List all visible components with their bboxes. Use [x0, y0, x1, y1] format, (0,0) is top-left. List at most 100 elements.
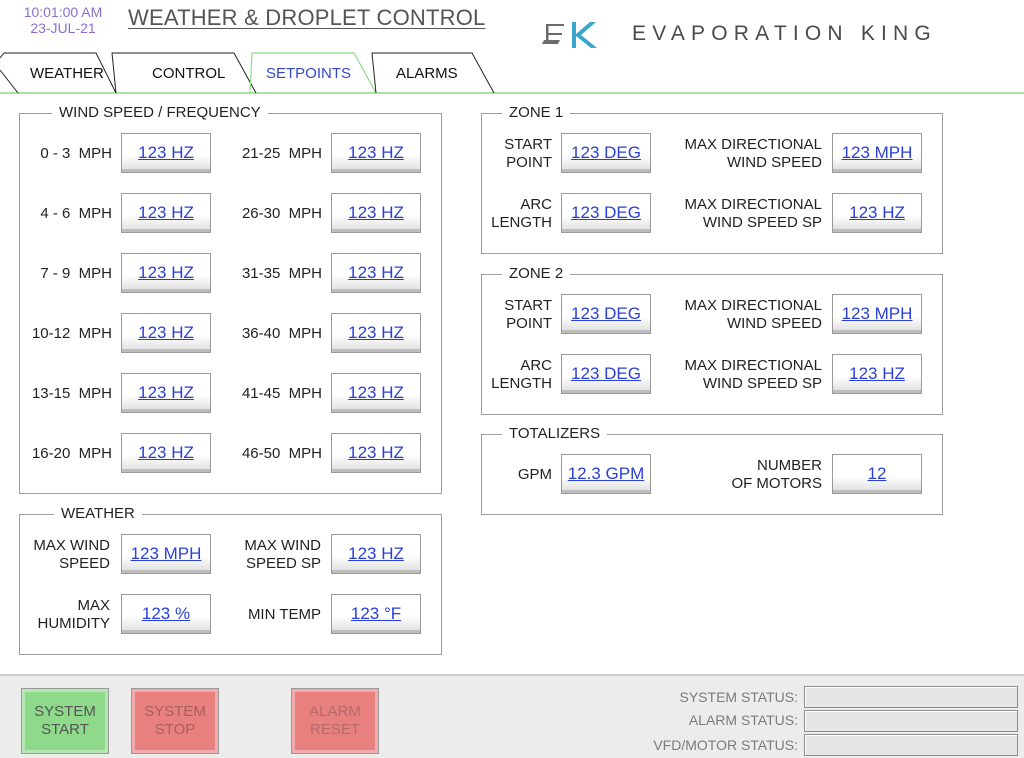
max-wind-speed-label: MAX WIND SPEED	[20, 537, 110, 573]
field-value: 123 HZ	[348, 443, 404, 462]
min-temp-field[interactable]: 123 °F	[331, 594, 421, 634]
wind-frequency-field[interactable]: 123 HZ	[121, 193, 211, 233]
wind-frequency-field[interactable]: 123 HZ	[331, 373, 421, 413]
field-value: 123 HZ	[348, 143, 404, 162]
max-humidity-field[interactable]: 123 %	[121, 594, 211, 634]
zone1-max-dir-speed-field[interactable]: 123 MPH	[832, 133, 922, 173]
zone1-max-dir-speed-label: MAX DIRECTIONAL WIND SPEED	[662, 136, 822, 172]
gpm-label: GPM	[517, 466, 552, 483]
hmi-screen: 10:01:00 AM 23-JUL-21 WEATHER & DROPLET …	[0, 0, 1024, 758]
label-line: LENGTH	[491, 375, 552, 392]
max-wind-speed-sp-label: MAX WIND SPEED SP	[220, 537, 321, 573]
label-line: START	[504, 136, 552, 153]
wind-frequency-field[interactable]: 123 HZ	[121, 253, 211, 293]
wind-frequency-field[interactable]: 123 HZ	[331, 253, 421, 293]
label-line: LENGTH	[491, 214, 552, 231]
wind-range-label: 4 - 6 MPH	[40, 205, 112, 222]
wind-range-label: 21-25 MPH	[241, 145, 322, 162]
gpm-field[interactable]: 12.3 GPM	[561, 454, 651, 494]
zone2-arc-length-field[interactable]: 123 DEG	[561, 354, 651, 394]
weather-title: WEATHER	[54, 505, 142, 523]
field-value: 123 DEG	[571, 203, 641, 222]
label-line: MAX WIND	[244, 537, 321, 554]
brand-name: EVAPORATION KING	[632, 22, 937, 45]
max-humidity-label: MAX HUMIDITY	[20, 597, 111, 633]
motors-label: NUMBER OF MOTORS	[662, 457, 822, 493]
ek-logo-icon	[542, 22, 597, 48]
field-value: 123 HZ	[138, 203, 194, 222]
button-line: START	[41, 721, 89, 738]
wind-frequency-field[interactable]: 123 HZ	[121, 433, 211, 473]
zone1-max-dir-speed-sp-field[interactable]: 123 HZ	[832, 193, 922, 233]
tab-alarms[interactable]: ALARMS	[396, 65, 458, 82]
field-value: 123 HZ	[138, 443, 194, 462]
wind-frequency-field[interactable]: 123 HZ	[331, 433, 421, 473]
wind-range-label: 7 - 9 MPH	[40, 265, 112, 282]
field-value: 123 HZ	[348, 203, 404, 222]
zone2-max-dir-speed-sp-field[interactable]: 123 HZ	[832, 354, 922, 394]
label-line: HUMIDITY	[37, 615, 111, 632]
button-line: SYSTEM	[144, 703, 206, 720]
max-wind-speed-field[interactable]: 123 MPH	[121, 534, 211, 574]
label-line: MAX DIRECTIONAL	[684, 297, 822, 314]
clock-date: 23-JUL-21	[30, 20, 96, 36]
alarm-status-display	[804, 710, 1018, 732]
zone2-max-dir-speed-label: MAX DIRECTIONAL WIND SPEED	[662, 297, 822, 333]
wind-frequency-field[interactable]: 123 HZ	[121, 313, 211, 353]
label-line: ARC	[520, 196, 552, 213]
system-stop-button[interactable]: SYSTEM STOP	[131, 688, 219, 754]
label-line: WIND SPEED	[726, 154, 822, 171]
field-value: 123 HZ	[348, 544, 404, 563]
label-line: MAX DIRECTIONAL	[684, 196, 822, 213]
wind-frequency-field[interactable]: 123 HZ	[331, 133, 421, 173]
wind-range-label: 10-12 MPH	[31, 325, 112, 342]
zone1-start-point-field[interactable]: 123 DEG	[561, 133, 651, 173]
zone2-start-point-field[interactable]: 123 DEG	[561, 294, 651, 334]
field-value: 123 HZ	[138, 383, 194, 402]
wind-frequency-field[interactable]: 123 HZ	[331, 193, 421, 233]
button-line: RESET	[309, 721, 360, 738]
label-line: WIND SPEED	[726, 315, 822, 332]
wind-range-label: 46-50 MPH	[241, 445, 322, 462]
motors-field[interactable]: 12	[832, 454, 922, 494]
label-line: WIND SPEED SP	[702, 375, 822, 392]
clock: 10:01:00 AM 23-JUL-21	[8, 4, 118, 36]
alarm-reset-button[interactable]: ALARM RESET	[291, 688, 379, 754]
max-wind-speed-sp-field[interactable]: 123 HZ	[331, 534, 421, 574]
wind-range-label: 13-15 MPH	[31, 385, 112, 402]
label-line: POINT	[506, 154, 552, 171]
tab-control[interactable]: CONTROL	[152, 65, 225, 82]
field-value: 123 MPH	[841, 304, 913, 323]
field-value: 123 HZ	[849, 364, 905, 383]
wind-frequency-field[interactable]: 123 HZ	[121, 373, 211, 413]
system-status-label: SYSTEM STATUS:	[679, 689, 799, 705]
vfd-status-label: VFD/MOTOR STATUS:	[653, 737, 798, 753]
wind-frequency-field[interactable]: 123 HZ	[331, 313, 421, 353]
zone2-max-dir-speed-sp-label: MAX DIRECTIONAL WIND SPEED SP	[662, 357, 822, 393]
button-line: SYSTEM	[34, 703, 96, 720]
vfd-status-display	[804, 734, 1018, 756]
wind-frequency-field[interactable]: 123 HZ	[121, 133, 211, 173]
alarm-status-label: ALARM STATUS:	[688, 712, 798, 728]
label-line: MAX DIRECTIONAL	[684, 357, 822, 374]
wind-range-label: 16-20 MPH	[31, 445, 112, 462]
system-start-button[interactable]: SYSTEM START	[21, 688, 109, 754]
field-value: 123 HZ	[138, 263, 194, 282]
label-line: SPEED SP	[245, 555, 321, 572]
zone1-max-dir-speed-sp-label: MAX DIRECTIONAL WIND SPEED SP	[662, 196, 822, 232]
label-line: MAX DIRECTIONAL	[684, 136, 822, 153]
zone1-start-point-label: START POINT	[482, 136, 552, 172]
label-line: WIND SPEED SP	[702, 214, 822, 231]
page-title: WEATHER & DROPLET CONTROL	[128, 5, 486, 30]
tab-weather[interactable]: WEATHER	[30, 65, 104, 82]
tab-setpoints[interactable]: SETPOINTS	[266, 65, 351, 82]
zone2-arc-length-label: ARC LENGTH	[482, 357, 552, 393]
zone1-arc-length-field[interactable]: 123 DEG	[561, 193, 651, 233]
field-value: 123 MPH	[841, 143, 913, 162]
wind-range-label: 0 - 3 MPH	[40, 145, 112, 162]
label-line: ARC	[520, 357, 552, 374]
field-value: 123 DEG	[571, 364, 641, 383]
zone2-max-dir-speed-field[interactable]: 123 MPH	[832, 294, 922, 334]
field-value: 12	[867, 464, 887, 483]
field-value: 123 °F	[350, 604, 402, 623]
